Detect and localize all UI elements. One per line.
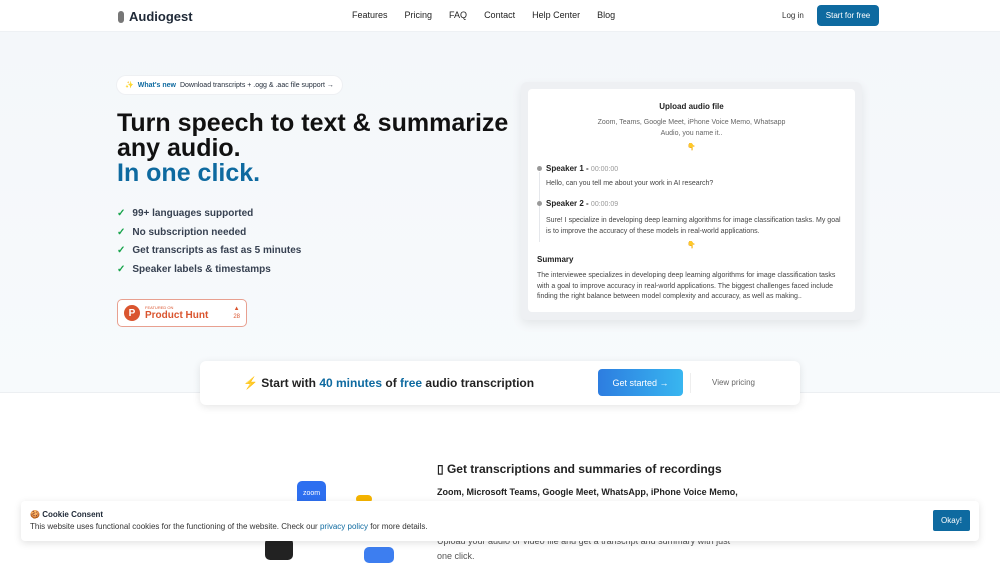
cookie-banner: 🍪 Cookie Consent This website uses funct… (21, 501, 979, 541)
pointing-down-icon: 👇 (687, 144, 696, 151)
speaker-1-text: Hello, can you tell me about your work i… (546, 180, 714, 187)
speaker-2: Speaker 2 - 00:00:09 (546, 199, 619, 208)
feature-item: ✓ 99+ languages supported (117, 208, 301, 227)
feature-list: ✓ 99+ languages supported ✓ No subscriptio… (117, 208, 301, 283)
privacy-policy-link[interactable]: privacy policy (320, 522, 368, 531)
speaker-2-text: Sure! I specialize in developing deep le… (546, 217, 841, 235)
upvote-count: ▲ 28 (233, 306, 240, 320)
check-icon: ✓ (117, 245, 126, 257)
nav-pricing[interactable]: Pricing (405, 10, 433, 20)
get-started-button[interactable]: Get started → (598, 369, 683, 396)
section-title: ▯ Get transcriptions and summaries of re… (437, 462, 722, 476)
upload-title: Upload audio file (659, 102, 724, 111)
signal-app-icon (364, 547, 394, 563)
whats-new-text: Download transcripts + .ogg & .aac file … (179, 81, 334, 89)
cookie-title: 🍪 Cookie Consent (30, 510, 104, 519)
pointing-down-icon: 👇 (687, 242, 696, 249)
summary-text: The interviewee specializes in developin… (537, 272, 836, 300)
cookie-text: This website uses functional cookies for… (30, 522, 428, 531)
hero-title: Turn speech to text & summarize any audio… (117, 109, 509, 187)
feature-item: ✓ Speaker labels & timestamps (117, 264, 301, 283)
timeline-dot (537, 201, 542, 206)
product-hunt-icon: P (124, 305, 140, 321)
cookie-okay-button[interactable]: Okay! (933, 510, 970, 531)
check-icon: ✓ (117, 264, 126, 276)
timeline-dot (537, 166, 542, 171)
whats-new-pill[interactable]: ✨ What's new Download transcripts + .ogg &… (117, 76, 342, 94)
sparkle-icon: ✨ (125, 82, 134, 89)
microphone-icon (118, 10, 124, 23)
nav-help-center[interactable]: Help Center (532, 10, 580, 20)
section-subtitle: Zoom, Microsoft Teams, Google Meet, What… (437, 487, 738, 497)
nav-blog[interactable]: Blog (597, 10, 615, 20)
top-nav: Audiogest Features Pricing FAQ Contact H… (0, 0, 1000, 32)
summary-title: Summary (537, 255, 574, 264)
nav-contact[interactable]: Contact (484, 10, 515, 20)
feature-item: ✓ Get transcripts as fast as 5 minutes (117, 245, 301, 264)
brand-logo[interactable]: Audiogest (118, 9, 193, 24)
start-for-free-button[interactable]: Start for free (817, 5, 879, 26)
demo-card: Upload audio file Zoom, Teams, Google Me… (521, 82, 862, 320)
nav-faq[interactable]: FAQ (449, 10, 467, 20)
whats-new-label: What's new (137, 81, 176, 89)
product-hunt-badge[interactable]: P FEATURED ON Product Hunt ▲ 28 (117, 299, 247, 327)
lightning-icon: ⚡ (243, 376, 258, 390)
view-pricing-link[interactable]: View pricing (712, 378, 755, 387)
upload-subtitle: Zoom, Teams, Google Meet, iPhone Voice M… (597, 119, 786, 137)
cookie-icon: 🍪 (30, 510, 40, 519)
nav-features[interactable]: Features (352, 10, 388, 20)
ph-name: Product Hunt (145, 310, 209, 321)
brand-name: Audiogest (129, 9, 193, 24)
check-icon: ✓ (117, 208, 126, 219)
speaker-1: Speaker 1 - 00:00:00 (546, 164, 619, 173)
feature-item: ✓ No subscription needed (117, 227, 301, 246)
login-link[interactable]: Log in (782, 11, 804, 20)
cta-banner: ⚡ Start with 40 minutes of free audio tr… (200, 361, 800, 405)
check-icon: ✓ (117, 226, 126, 238)
voice-memo-app-icon (265, 538, 293, 560)
